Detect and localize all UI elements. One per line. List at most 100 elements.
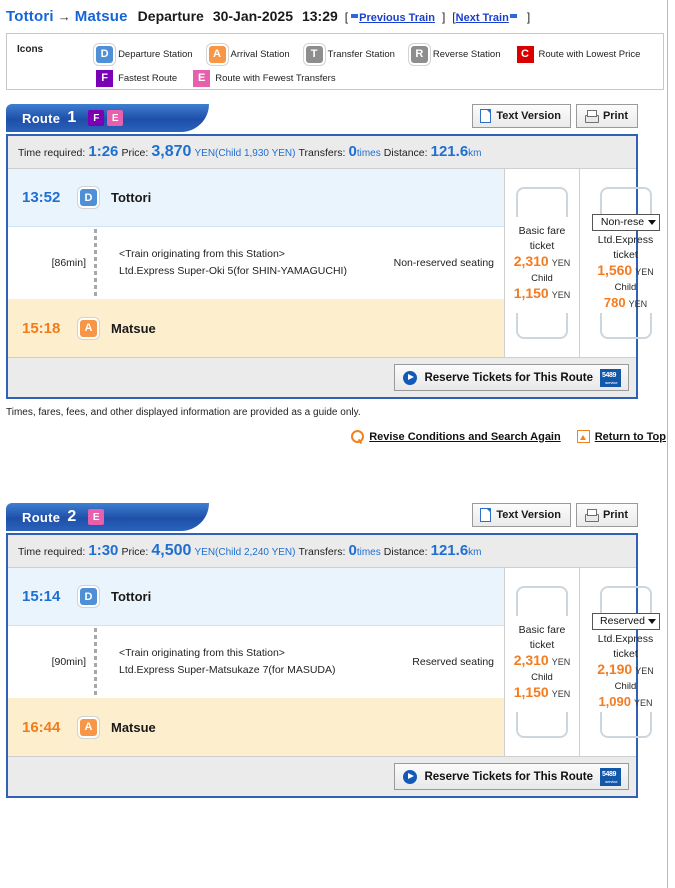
route-1-basic-fare-column: Basic fare ticket 2,310 YEN Child 1,150 …	[505, 169, 580, 357]
bracket-close-prev: ]	[441, 10, 446, 24]
icon-legend-panel: Icons D Departure Station A Arrival Stat…	[6, 33, 664, 90]
legend-row-2: F Fastest Route E Route with Fewest Tran…	[96, 66, 656, 90]
route-2-seat-type-select-wrap: Reserved	[591, 613, 660, 630]
route-2-segment-row: [90min] <Train originating from this Sta…	[8, 626, 504, 698]
print-button-1[interactable]: Print	[575, 104, 638, 128]
arrival-station-icon: A	[80, 718, 97, 736]
transfer-station-icon: T	[305, 45, 323, 63]
distance-label-2: Distance:	[383, 546, 428, 558]
route-1-basic-fare-cell: Basic fare ticket 2,310 YEN Child 1,150 …	[505, 169, 579, 357]
time-required-value-1: 1:26	[88, 143, 119, 160]
transfers-unit-2: times	[356, 547, 381, 558]
return-to-top-link[interactable]: Return to Top	[576, 430, 666, 443]
route-1-segment-note: <Train originating from this Station>	[119, 248, 285, 260]
route-number-2: 2	[67, 508, 77, 525]
seat-type-select-2[interactable]: Reserved	[591, 613, 660, 630]
route-2-grid: 15:14 D Tottori [90min] <Train originati…	[8, 568, 660, 756]
route-2-seating-type: Reserved seating	[412, 656, 494, 668]
route-1-arrival-row: 15:18 A Matsue	[8, 299, 504, 357]
route-1-badges: F E	[88, 110, 124, 126]
route-2-basic-fare-child: 1,150	[513, 683, 549, 700]
print-label: Print	[602, 509, 628, 521]
document-icon	[480, 508, 492, 522]
previous-train-link[interactable]: Previous Train	[359, 12, 435, 24]
previous-arrow-icon	[348, 11, 359, 21]
route-2-box: Time required: 1:30 Price: 4,500 YEN(Chi…	[6, 533, 660, 798]
route-2-express-fare-column: Reserved Ltd.Express ticket 2,190 YEN Ch…	[580, 568, 671, 756]
search-icon	[351, 430, 365, 443]
route-2-basic-fare-inner: Basic fare ticket 2,310 YEN Child 1,150 …	[514, 623, 571, 702]
route-1-tab: Route 1 F E	[6, 104, 209, 132]
route-1-grid: 13:52 D Tottori [86min] <Train originati…	[8, 169, 660, 357]
minilogo-sub: service	[605, 778, 618, 784]
text-version-button-1[interactable]: Text Version	[472, 104, 571, 128]
disclaimer-text: Times, fares, fees, and other displayed …	[6, 407, 361, 418]
bracket-close-next: ]	[526, 10, 531, 24]
seat-type-select-1[interactable]: Non-rese	[591, 214, 660, 231]
chevron-down-icon	[647, 619, 656, 624]
next-arrow-icon	[509, 11, 520, 21]
legend-label-fastest: Fastest Route	[118, 72, 178, 84]
minilogo-text: 5489	[602, 770, 616, 778]
fewest-transfers-icon: E	[193, 69, 211, 87]
reserve-label-2: Reserve Tickets for This Route	[424, 770, 593, 783]
route-1-express-fare-column: Non-rese Ltd.Express ticket 1,560 YEN Ch…	[580, 169, 671, 357]
legend-item-fastest: F Fastest Route	[96, 69, 178, 87]
footer-links: Revise Conditions and Search Again Retur…	[0, 430, 668, 443]
route-1-basic-fare-inner: Basic fare ticket 2,310 YEN Child 1,150 …	[514, 224, 571, 303]
route-2-itinerary-column: 15:14 D Tottori [90min] <Train originati…	[8, 568, 505, 756]
chevron-down-icon	[647, 220, 656, 225]
route-1-box: Time required: 1:26 Price: 3,870 YEN(Chi…	[6, 134, 660, 399]
route-1-basic-fare-adult: 2,310	[513, 252, 549, 269]
print-label: Print	[602, 110, 628, 122]
route-2-basic-fare-column: Basic fare ticket 2,310 YEN Child 1,150 …	[505, 568, 580, 756]
legend-item-lowest-price: C Route with Lowest Price	[516, 45, 640, 63]
route-1-reserve-row: Reserve Tickets for This Route 5489 serv…	[8, 357, 636, 397]
yen-unit: YEN	[551, 656, 571, 667]
print-button-2[interactable]: Print	[575, 503, 638, 527]
legend-item-arrival: A Arrival Station	[208, 45, 290, 63]
route-2-express-fare-child: 1,090	[598, 694, 631, 709]
departure-station-icon: D	[80, 588, 97, 605]
play-icon	[403, 370, 418, 385]
legend-label-arrival: Arrival Station	[230, 48, 290, 60]
price-child-note-1: YEN(Child 1,930 YEN)	[194, 148, 296, 159]
route-block-2: Text Version Print Route 2 E Time requir…	[0, 503, 668, 798]
route-1-arrival-time: 15:18	[22, 319, 61, 337]
legend-row-1: D Departure Station A Arrival Station T …	[96, 42, 656, 66]
badge-fastest-route: F	[88, 110, 105, 126]
child-label-basic-1: Child	[531, 272, 553, 284]
reserve-tickets-button-1[interactable]: Reserve Tickets for This Route 5489 serv…	[394, 364, 629, 391]
revise-conditions-link[interactable]: Revise Conditions and Search Again	[351, 430, 561, 443]
legend-item-fewest-transfers: E Route with Fewest Transfers	[193, 69, 336, 87]
route-1-express-fare-child: 780	[603, 295, 626, 310]
reserve-label-1: Reserve Tickets for This Route	[424, 371, 593, 384]
time-required-value-2: 1:30	[88, 542, 119, 559]
basic-fare-label-line1: Basic fare	[518, 224, 566, 237]
route-word-2: Route	[22, 509, 61, 525]
reserve-tickets-button-2[interactable]: Reserve Tickets for This Route 5489 serv…	[394, 763, 629, 790]
ltd-express-label-line2: ticket	[613, 648, 638, 660]
price-child-note-2: YEN(Child 2,240 YEN)	[194, 547, 296, 558]
route-2-express-fare-inner: Reserved Ltd.Express ticket 2,190 YEN Ch…	[591, 613, 660, 711]
route-2-summary: Time required: 1:30 Price: 4,500 YEN(Chi…	[8, 535, 636, 568]
route-number-1: 1	[67, 109, 77, 126]
route-2-segment-info: <Train originating from this Station> Lt…	[97, 645, 412, 679]
badge-fewest-transfers: E	[107, 110, 124, 126]
yen-unit: YEN	[551, 289, 571, 300]
legend-title: Icons	[17, 44, 44, 55]
transfers-unit-1: times	[356, 148, 381, 159]
route-2-basic-fare-adult: 2,310	[513, 651, 549, 668]
text-version-button-2[interactable]: Text Version	[472, 503, 571, 527]
transfers-value-2: 0	[348, 542, 357, 559]
revise-conditions-label: Revise Conditions and Search Again	[369, 430, 561, 443]
route-1-departure-time: 13:52	[22, 189, 61, 206]
legend-label-departure: Departure Station	[118, 48, 193, 60]
route-1-summary: Time required: 1:26 Price: 3,870 YEN(Chi…	[8, 136, 636, 169]
route-2-segment-duration: [90min]	[51, 656, 86, 668]
yen-unit: YEN	[628, 299, 648, 309]
route-1-seat-type-select-wrap: Non-rese	[591, 214, 660, 231]
minilogo-sub: service	[605, 379, 618, 385]
route-1-segment-row: [86min] <Train originating from this Sta…	[8, 227, 504, 299]
next-train-link[interactable]: Next Train	[456, 12, 509, 24]
